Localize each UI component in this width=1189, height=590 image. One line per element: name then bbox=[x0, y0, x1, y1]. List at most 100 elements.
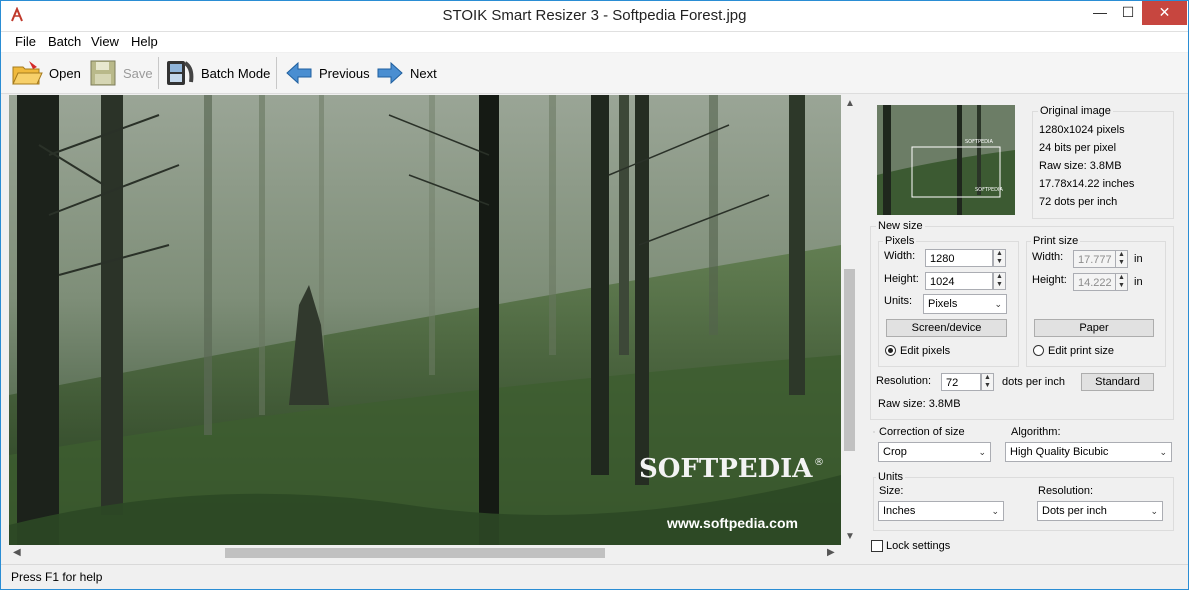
film-strip-icon bbox=[167, 61, 194, 85]
spin-down-icon[interactable]: ▼ bbox=[1116, 282, 1127, 290]
spin-up-icon[interactable]: ▲ bbox=[994, 250, 1005, 258]
spin-up-icon[interactable]: ▲ bbox=[982, 374, 993, 382]
new-size-title: New size bbox=[876, 220, 925, 232]
edit-print-size-radio[interactable] bbox=[1033, 345, 1044, 356]
original-inches: 17.78x14.22 inches bbox=[1039, 178, 1135, 190]
image-viewport[interactable]: SOFTPEDIA ® www.softpedia.com bbox=[9, 95, 841, 545]
chevron-down-icon: ⌄ bbox=[1150, 506, 1158, 516]
save-button[interactable]: Save bbox=[89, 57, 153, 89]
correction-label: Correction of size bbox=[879, 426, 965, 438]
units-size-select-value: Inches bbox=[883, 505, 916, 517]
scroll-right-icon[interactable]: ▶ bbox=[827, 547, 835, 558]
print-height-unit: in bbox=[1134, 276, 1143, 288]
units-label: Units: bbox=[884, 295, 913, 307]
algorithm-select-value: High Quality Bicubic bbox=[1010, 446, 1109, 458]
app-window: STOIK Smart Resizer 3 - Softpedia Forest… bbox=[0, 0, 1189, 590]
paper-button[interactable]: Paper bbox=[1034, 319, 1154, 337]
toolbar: Open Save Batch Mode Previous Next bbox=[1, 53, 1188, 94]
open-button[interactable]: Open bbox=[11, 57, 81, 89]
resolution-spinner[interactable]: ▲ ▼ bbox=[981, 373, 994, 391]
previous-button[interactable]: Previous bbox=[285, 57, 370, 89]
maximize-button[interactable]: ☐ bbox=[1114, 1, 1142, 25]
open-label: Open bbox=[49, 65, 81, 81]
next-button[interactable]: Next bbox=[376, 57, 437, 89]
scroll-left-icon[interactable]: ◀ bbox=[13, 547, 21, 558]
correction-select[interactable]: Crop ⌄ bbox=[878, 442, 991, 462]
units-resolution-select[interactable]: Dots per inch ⌄ bbox=[1037, 501, 1163, 521]
units-resolution-label: Resolution: bbox=[1038, 485, 1094, 497]
spin-down-icon[interactable]: ▼ bbox=[1116, 259, 1127, 267]
title-bar: STOIK Smart Resizer 3 - Softpedia Forest… bbox=[1, 1, 1188, 32]
height-label: Height: bbox=[884, 273, 919, 285]
print-width-input[interactable]: 17.777 bbox=[1073, 250, 1116, 268]
print-width-label: Width: bbox=[1032, 251, 1064, 263]
menu-help[interactable]: Help bbox=[131, 34, 158, 49]
menu-file[interactable]: File bbox=[15, 34, 36, 49]
print-height-spinner[interactable]: ▲ ▼ bbox=[1115, 273, 1128, 291]
previous-label: Previous bbox=[319, 65, 370, 81]
settings-panel: SOFTPEDIA SOFTPEDIA Original image 1280x… bbox=[859, 95, 1188, 561]
thumbnail-preview[interactable]: SOFTPEDIA SOFTPEDIA bbox=[877, 105, 1015, 215]
softpedia-watermark: SOFTPEDIA bbox=[639, 454, 813, 484]
lock-settings-checkbox[interactable] bbox=[871, 540, 883, 552]
width-input[interactable]: 1280 bbox=[925, 249, 993, 267]
vertical-scrollbar[interactable]: ▲ ▼ bbox=[841, 95, 858, 545]
print-height-label: Height: bbox=[1032, 274, 1067, 286]
horizontal-scroll-thumb[interactable] bbox=[225, 548, 605, 558]
chevron-down-icon: ⌄ bbox=[978, 447, 986, 457]
scroll-up-icon[interactable]: ▲ bbox=[845, 98, 855, 109]
scroll-down-icon[interactable]: ▼ bbox=[845, 531, 855, 542]
print-size-title: Print size bbox=[1031, 235, 1081, 247]
units-resolution-select-value: Dots per inch bbox=[1042, 505, 1107, 517]
spin-down-icon[interactable]: ▼ bbox=[994, 258, 1005, 266]
screen-device-button[interactable]: Screen/device bbox=[886, 319, 1007, 337]
menu-bar: File Batch View Help bbox=[1, 32, 1188, 52]
units-select[interactable]: Pixels ⌄ bbox=[923, 294, 1007, 314]
units-size-select[interactable]: Inches ⌄ bbox=[878, 501, 1004, 521]
height-input[interactable]: 1024 bbox=[925, 272, 993, 290]
edit-pixels-radio[interactable] bbox=[885, 345, 896, 356]
vertical-scroll-thumb[interactable] bbox=[844, 269, 855, 451]
close-button[interactable]: ✕ bbox=[1142, 1, 1187, 25]
spin-up-icon[interactable]: ▲ bbox=[1116, 274, 1127, 282]
window-title: STOIK Smart Resizer 3 - Softpedia Forest… bbox=[442, 7, 747, 24]
width-label: Width: bbox=[884, 250, 916, 262]
resolution-input[interactable]: 72 bbox=[941, 373, 981, 391]
minimize-button[interactable]: — bbox=[1086, 1, 1114, 25]
units-select-value: Pixels bbox=[928, 298, 958, 310]
menu-view[interactable]: View bbox=[91, 34, 119, 49]
original-bits: 24 bits per pixel bbox=[1039, 142, 1117, 154]
edit-print-size-label: Edit print size bbox=[1048, 345, 1115, 357]
edit-pixels-label: Edit pixels bbox=[900, 345, 951, 357]
batch-mode-button[interactable]: Batch Mode bbox=[165, 57, 270, 89]
arrow-left-icon bbox=[286, 61, 312, 85]
correction-select-value: Crop bbox=[883, 446, 907, 458]
softpedia-url: www.softpedia.com bbox=[666, 515, 798, 531]
horizontal-scrollbar[interactable]: ◀ ▶ bbox=[9, 545, 841, 561]
print-width-spinner[interactable]: ▲ ▼ bbox=[1115, 250, 1128, 268]
spin-up-icon[interactable]: ▲ bbox=[994, 273, 1005, 281]
chevron-down-icon: ⌄ bbox=[994, 299, 1002, 309]
batch-mode-label: Batch Mode bbox=[201, 65, 271, 81]
resolution-unit: dots per inch bbox=[1002, 376, 1065, 388]
spin-down-icon[interactable]: ▼ bbox=[994, 281, 1005, 289]
print-width-unit: in bbox=[1134, 253, 1143, 265]
standard-button[interactable]: Standard bbox=[1081, 373, 1154, 391]
units-group-title: Units bbox=[876, 471, 906, 483]
height-spinner[interactable]: ▲ ▼ bbox=[993, 272, 1006, 290]
menu-batch[interactable]: Batch bbox=[48, 34, 81, 49]
forest-image: SOFTPEDIA ® www.softpedia.com bbox=[9, 95, 841, 545]
units-size-label: Size: bbox=[879, 485, 904, 497]
correction-group bbox=[873, 431, 875, 433]
width-spinner[interactable]: ▲ ▼ bbox=[993, 249, 1006, 267]
algorithm-select[interactable]: High Quality Bicubic ⌄ bbox=[1005, 442, 1172, 462]
chevron-down-icon: ⌄ bbox=[1159, 447, 1167, 457]
save-label: Save bbox=[123, 65, 153, 81]
save-disk-icon bbox=[90, 60, 116, 86]
open-folder-icon bbox=[12, 61, 43, 85]
thumbnail-watermark-top: SOFTPEDIA bbox=[965, 139, 993, 145]
print-height-input[interactable]: 14.222 bbox=[1073, 273, 1116, 291]
spin-up-icon[interactable]: ▲ bbox=[1116, 251, 1127, 259]
status-bar: Press F1 for help bbox=[1, 564, 1188, 589]
spin-down-icon[interactable]: ▼ bbox=[982, 382, 993, 390]
